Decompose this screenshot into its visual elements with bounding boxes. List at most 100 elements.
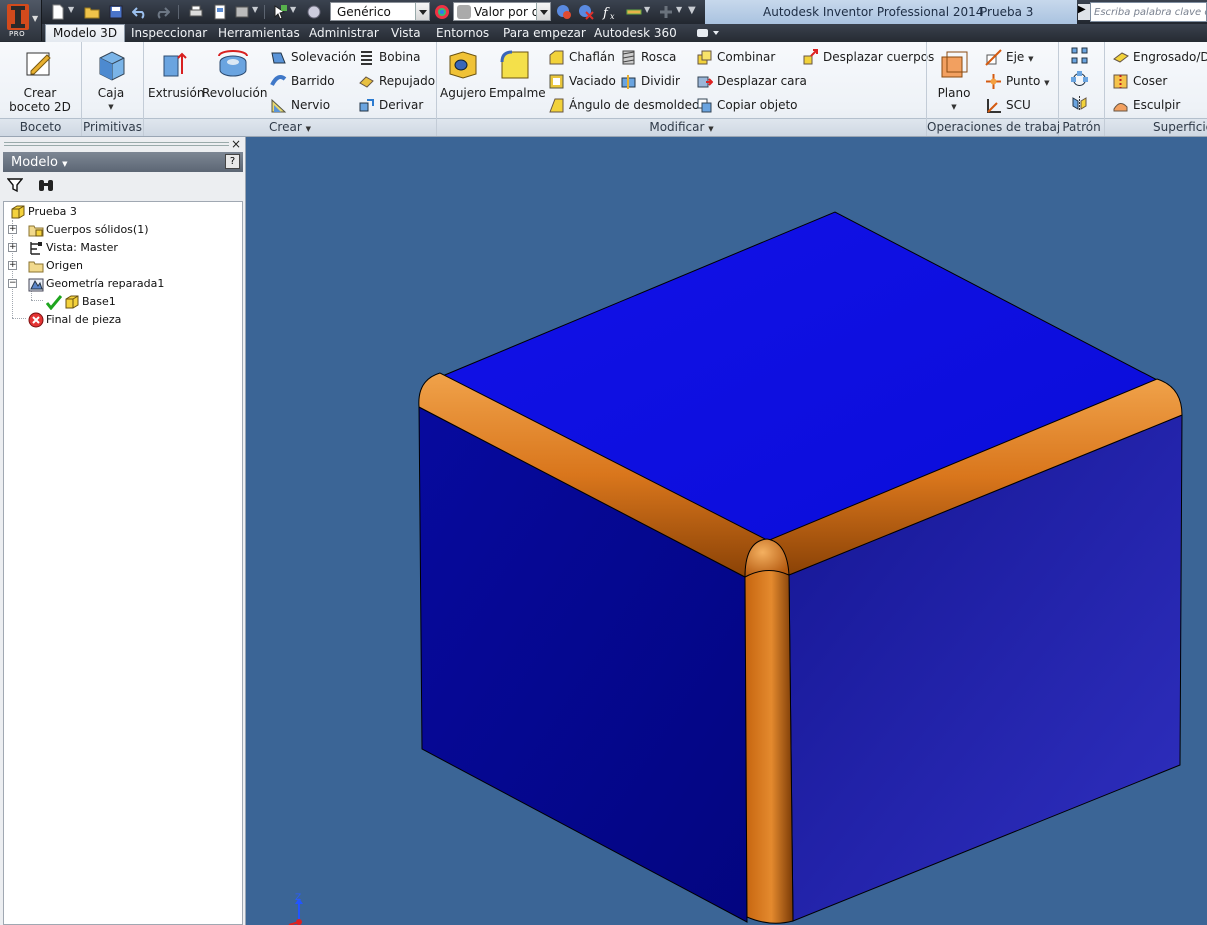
box-icon bbox=[94, 48, 128, 82]
base-solid-icon bbox=[64, 294, 80, 310]
panel-footer-boceto: Boceto bbox=[0, 118, 81, 136]
measure-dropdown-icon[interactable]: ▼ bbox=[644, 5, 650, 14]
parameters-fx-icon[interactable]: fx bbox=[602, 4, 618, 20]
project-icon[interactable] bbox=[234, 4, 250, 20]
add-dropdown-icon[interactable]: ▼ bbox=[676, 5, 682, 14]
part-icon bbox=[10, 204, 26, 220]
draft-icon bbox=[548, 97, 565, 114]
new-dropdown-icon[interactable]: ▼ bbox=[68, 5, 74, 14]
tab-para-empezar[interactable]: Para empezar bbox=[503, 24, 586, 42]
panel-footer-operaciones: Operaciones de trabajo bbox=[927, 118, 1068, 136]
browser-close-button[interactable]: × bbox=[231, 137, 243, 151]
extrude-button[interactable]: Extrusión bbox=[148, 46, 204, 100]
app-menu-chevron-icon: ▼ bbox=[32, 14, 39, 23]
circular-pattern-button[interactable] bbox=[1071, 70, 1093, 90]
inventor-logo-icon bbox=[7, 4, 29, 30]
axis-icon bbox=[985, 49, 1002, 66]
print-icon[interactable] bbox=[188, 4, 204, 20]
update-icon[interactable] bbox=[306, 4, 322, 20]
panel-footer-patron: Patrón bbox=[1059, 118, 1104, 136]
tab-entornos[interactable]: Entornos bbox=[436, 24, 489, 42]
model-cube[interactable] bbox=[247, 137, 1207, 925]
save-icon[interactable] bbox=[108, 4, 124, 20]
move-bodies-icon bbox=[802, 49, 819, 66]
select-dropdown-icon[interactable]: ▼ bbox=[290, 5, 296, 14]
search-expand-icon[interactable]: ▶ bbox=[1078, 4, 1090, 20]
box-dropdown-icon[interactable]: ▼ bbox=[88, 100, 134, 114]
appearance-select[interactable]: Valor por d bbox=[453, 2, 551, 21]
rectangular-pattern-button[interactable] bbox=[1071, 46, 1093, 66]
new-file-icon[interactable] bbox=[50, 4, 66, 20]
fillet-icon bbox=[498, 48, 532, 82]
undo-icon[interactable] bbox=[132, 4, 148, 20]
adjust-appearance-icon[interactable] bbox=[556, 4, 572, 20]
appearance-dropdown-icon[interactable] bbox=[536, 3, 550, 20]
browser-header[interactable]: Modelo ▼ ? bbox=[3, 152, 243, 172]
ucs-icon bbox=[985, 97, 1002, 114]
color-override-icon[interactable] bbox=[434, 4, 450, 20]
fillet-button[interactable]: Empalme bbox=[489, 46, 546, 100]
graphics-viewport[interactable]: Z bbox=[247, 137, 1207, 925]
appearance-sphere-icon bbox=[456, 4, 472, 20]
copy-object-icon bbox=[696, 97, 713, 114]
logo-edition-label: PRO bbox=[9, 30, 26, 38]
tab-administrar[interactable]: Administrar bbox=[309, 24, 379, 42]
help-search-input[interactable]: Escriba palabra clave o frase bbox=[1090, 2, 1207, 22]
material-value: Genérico bbox=[337, 5, 391, 19]
sweep-icon bbox=[270, 73, 287, 90]
revolve-button[interactable]: Revolución bbox=[202, 46, 267, 100]
tab-inspeccionar[interactable]: Inspeccionar bbox=[131, 24, 207, 42]
measure-icon[interactable] bbox=[626, 4, 642, 20]
material-select[interactable]: Genérico bbox=[330, 2, 430, 21]
rectangular-pattern-icon bbox=[1071, 47, 1088, 64]
collapse-toggle-icon[interactable]: − bbox=[8, 279, 17, 288]
combine-icon bbox=[696, 49, 713, 66]
panel-footer-crear[interactable]: Crear ▼ bbox=[144, 118, 436, 136]
tab-herramientas[interactable]: Herramientas bbox=[218, 24, 300, 42]
select-icon[interactable] bbox=[272, 4, 288, 20]
window-title-bar: Autodesk Inventor Professional 2014 Prue… bbox=[705, 0, 1077, 24]
svg-text:f: f bbox=[602, 6, 610, 20]
browser-drag-handle[interactable] bbox=[4, 142, 229, 146]
tab-vista[interactable]: Vista bbox=[391, 24, 421, 42]
hole-button[interactable]: Agujero bbox=[440, 46, 486, 100]
plane-dropdown-icon[interactable]: ▼ bbox=[932, 100, 976, 114]
document-title: Prueba 3 bbox=[980, 5, 1034, 19]
solid-bodies-folder-icon bbox=[28, 222, 44, 238]
crear-panel-expand-icon: ▼ bbox=[305, 125, 311, 133]
work-plane-button[interactable]: Plano ▼ bbox=[932, 46, 976, 114]
create-sketch-label: Crear bbox=[23, 86, 57, 100]
expand-toggle-icon[interactable]: + bbox=[8, 261, 17, 270]
ribbon-display-toggle-icon[interactable] bbox=[696, 27, 720, 39]
add-icon[interactable] bbox=[658, 4, 674, 20]
fillet-vertical-edge bbox=[744, 568, 794, 924]
stitch-icon bbox=[1112, 73, 1129, 90]
panel-footer-modificar[interactable]: Modificar ▼ bbox=[437, 118, 926, 136]
iproperties-icon[interactable] bbox=[212, 4, 228, 20]
panel-footer-superficie: Superficie bbox=[1105, 118, 1207, 136]
customize-toolbar-icon[interactable]: ▼ bbox=[688, 5, 696, 16]
quick-access-toolbar: ▼ ▼ ▼ Genérico Valor por d fx ▼ ▼ ▼ bbox=[44, 0, 704, 24]
material-dropdown-icon[interactable] bbox=[415, 3, 429, 20]
browser-title[interactable]: Modelo ▼ bbox=[11, 155, 68, 170]
application-menu-button[interactable]: PRO ▼ bbox=[0, 0, 42, 41]
hole-icon bbox=[446, 48, 480, 82]
filter-icon[interactable] bbox=[6, 177, 24, 193]
project-dropdown-icon[interactable]: ▼ bbox=[252, 5, 258, 14]
emboss-icon bbox=[358, 73, 375, 90]
find-binoculars-icon[interactable] bbox=[37, 177, 55, 193]
clear-appearance-icon[interactable] bbox=[578, 4, 594, 20]
thicken-icon bbox=[1112, 49, 1129, 66]
redo-icon[interactable] bbox=[154, 4, 170, 20]
thread-icon bbox=[620, 49, 637, 66]
browser-help-button[interactable]: ? bbox=[225, 154, 240, 169]
browser-tree: Prueba 3 + Cuerpos sólidos(1) + Vista: M… bbox=[3, 201, 243, 925]
expand-toggle-icon[interactable]: + bbox=[8, 243, 17, 252]
box-primitive-button[interactable]: Caja ▼ bbox=[88, 46, 134, 114]
open-folder-icon[interactable] bbox=[84, 4, 100, 20]
tab-autodesk-360[interactable]: Autodesk 360 bbox=[594, 24, 677, 42]
expand-toggle-icon[interactable]: + bbox=[8, 225, 17, 234]
mirror-button[interactable] bbox=[1071, 94, 1093, 114]
tab-modelo-3d[interactable]: Modelo 3D bbox=[45, 24, 126, 42]
point-icon bbox=[985, 73, 1002, 90]
